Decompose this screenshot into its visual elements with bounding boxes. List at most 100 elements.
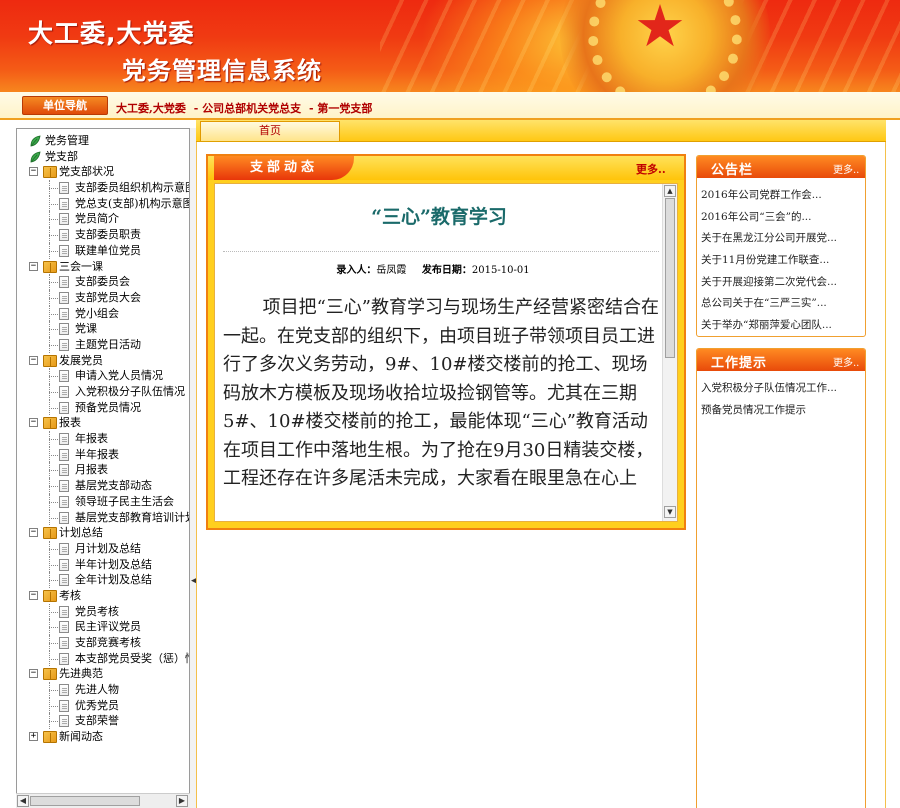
tree-item[interactable]: 领导班子民主生活会 — [17, 493, 189, 510]
tree-item[interactable]: 基层党支部动态 — [17, 478, 189, 494]
tree-item[interactable]: 优秀党员 — [17, 697, 189, 714]
tree-item[interactable]: 半年报表 — [17, 446, 189, 463]
scrollbar-thumb[interactable] — [665, 198, 675, 358]
tree-item[interactable]: 全年计划及总结 — [17, 572, 189, 588]
tree-item[interactable]: 本支部党员受奖（惩）情况 — [17, 650, 189, 667]
scroll-left-arrow-icon[interactable]: ◀ — [17, 795, 29, 807]
tree-item[interactable]: − 发展党员 — [17, 353, 189, 369]
collapse-left-icon[interactable]: ◀ — [191, 576, 198, 602]
tree-connector — [49, 203, 58, 205]
tree-item[interactable]: − 考核 — [17, 588, 189, 604]
tree-item[interactable]: + 新闻动态 — [17, 729, 189, 745]
tree-item[interactable]: 支部竞赛考核 — [17, 635, 189, 651]
panel-list-item[interactable]: 关于11月份党建工作联查... — [701, 250, 863, 272]
collapse-minus-icon[interactable]: − — [29, 355, 38, 365]
tree-item[interactable]: − 党支部状况 — [17, 164, 189, 180]
tree-item[interactable]: 党总支(支部)机构示意图 — [17, 195, 190, 212]
tree-connector — [49, 486, 58, 488]
tree-item[interactable]: 党小组会 — [17, 305, 189, 322]
tree-item[interactable]: 支部党员大会 — [17, 289, 189, 306]
tree-item-label: 三会一课 — [59, 259, 103, 273]
nav-bar: 单位导航 大工委,大党委 - 公司总部机关党总支 - 第一党支部 — [0, 92, 900, 120]
tree-connector — [49, 392, 58, 393]
tree-horizontal-scrollbar[interactable]: ◀ ▶ — [16, 793, 190, 808]
tree-item[interactable]: − 报表 — [17, 415, 189, 431]
header-banner: ★ 大工委,大党委 党务管理信息系统 — [0, 0, 900, 92]
collapse-minus-icon[interactable]: − — [29, 261, 38, 271]
branch-news-more-link[interactable]: 更多.. — [636, 161, 666, 177]
tips-panel-header: 工作提示 更多.. — [697, 349, 865, 371]
tree-item[interactable]: 月报表 — [17, 462, 189, 479]
page-icon — [59, 338, 69, 351]
tree-item[interactable]: − 先进典范 — [17, 666, 189, 682]
tree-item[interactable]: 支部委员组织机构示意图 — [17, 180, 189, 196]
tree-item[interactable]: 半年计划及总结 — [17, 556, 189, 573]
breadcrumb-item[interactable]: - 公司总部机关党总支 — [194, 102, 301, 115]
collapse-minus-icon[interactable]: − — [29, 669, 38, 679]
book-icon — [43, 417, 57, 430]
tree-item[interactable]: 支部荣誉 — [17, 713, 189, 730]
tree-item[interactable]: 年报表 — [17, 431, 189, 447]
tree-item[interactable]: 申请入党人员情况 — [17, 368, 189, 384]
page-icon — [59, 621, 69, 634]
tree-item[interactable]: 党员简介 — [17, 211, 189, 228]
tree-item[interactable]: 月计划及总结 — [17, 540, 189, 557]
tree-item[interactable]: − 计划总结 — [17, 525, 189, 541]
book-icon — [43, 668, 57, 681]
collapse-minus-icon[interactable]: − — [29, 418, 38, 428]
collapse-minus-icon[interactable]: − — [29, 167, 38, 177]
expand-plus-icon[interactable]: + — [29, 732, 38, 742]
date-value: 2015-10-01 — [471, 265, 530, 276]
notice-more-link[interactable]: 更多.. — [833, 161, 859, 176]
tree-item[interactable]: 预备党员情况 — [17, 399, 189, 416]
scrollbar-thumb[interactable] — [30, 796, 140, 806]
tree-item[interactable]: 党支部 — [17, 149, 189, 165]
tree-item-label: 党小组会 — [75, 306, 119, 320]
tips-more-link[interactable]: 更多.. — [833, 354, 859, 369]
tree-connector — [49, 462, 50, 479]
tree-connector — [49, 580, 58, 582]
panel-list-item[interactable]: 2016年公司“三会”的... — [701, 207, 863, 229]
tree-item[interactable]: 党务管理 — [17, 133, 189, 149]
breadcrumb-item[interactable]: - 第一党支部 — [309, 102, 372, 115]
tree-item[interactable]: 基层党支部教育培训计划 — [17, 509, 189, 526]
panel-list-item[interactable]: 总公司关于在“三严三实”... — [701, 293, 863, 315]
page-icon — [59, 684, 69, 697]
page-icon — [59, 464, 69, 477]
unit-nav-button[interactable]: 单位导航 — [22, 96, 108, 115]
tree-item[interactable]: 先进人物 — [17, 682, 189, 698]
scroll-right-arrow-icon[interactable]: ▶ — [176, 795, 188, 807]
collapse-minus-icon[interactable]: − — [29, 528, 38, 538]
scroll-up-arrow-icon[interactable]: ▲ — [664, 185, 676, 197]
tree-item[interactable]: 入党积极分子队伍情况 — [17, 384, 189, 400]
date-label: 发布日期： — [421, 265, 472, 276]
panel-list-item[interactable]: 关于举办“郑丽萍爱心团队... — [701, 315, 863, 337]
tree-connector — [49, 454, 58, 456]
panel-list-item[interactable]: 预备党员情况工作提示 — [701, 400, 863, 422]
tree-item[interactable]: 联建单位党员 — [17, 242, 189, 259]
tree-item-label: 半年报表 — [75, 447, 119, 461]
panel-list-item[interactable]: 关于开展迎接第二次党代会... — [701, 272, 863, 294]
tree-item-label: 支部委员会 — [75, 275, 130, 289]
panel-list-item[interactable]: 入党积极分子队伍情况工作... — [701, 378, 863, 400]
tree-item[interactable]: 党课 — [17, 321, 189, 337]
tree-connector — [49, 376, 58, 378]
panel-list-item[interactable]: 关于在黑龙江分公司开展党... — [701, 228, 863, 250]
breadcrumb-item[interactable]: 大工委,大党委 — [116, 102, 186, 115]
panel-list-item[interactable]: 2016年公司党群工作会... — [701, 185, 863, 207]
tree-connector — [49, 619, 50, 635]
tree-item[interactable]: 支部委员会 — [17, 274, 189, 290]
tree-item[interactable]: 主题党日活动 — [17, 336, 189, 353]
scroll-down-arrow-icon[interactable]: ▼ — [664, 506, 676, 518]
tree-item[interactable]: 民主评议党员 — [17, 619, 189, 635]
tips-panel-title: 工作提示 — [711, 356, 768, 371]
tree-connector — [49, 603, 50, 620]
tree-item[interactable]: − 三会一课 — [17, 259, 189, 275]
tree-item[interactable]: 支部委员职责 — [17, 227, 189, 243]
collapse-minus-icon[interactable]: − — [29, 590, 38, 600]
tab-home[interactable]: 首页 — [200, 121, 340, 141]
tree-item-label: 党总支(支部)机构示意图 — [75, 196, 190, 210]
tree-item-label: 报表 — [59, 416, 81, 430]
article-vertical-scrollbar[interactable]: ▲ ▼ — [662, 184, 677, 521]
tree-item[interactable]: 党员考核 — [17, 603, 189, 620]
